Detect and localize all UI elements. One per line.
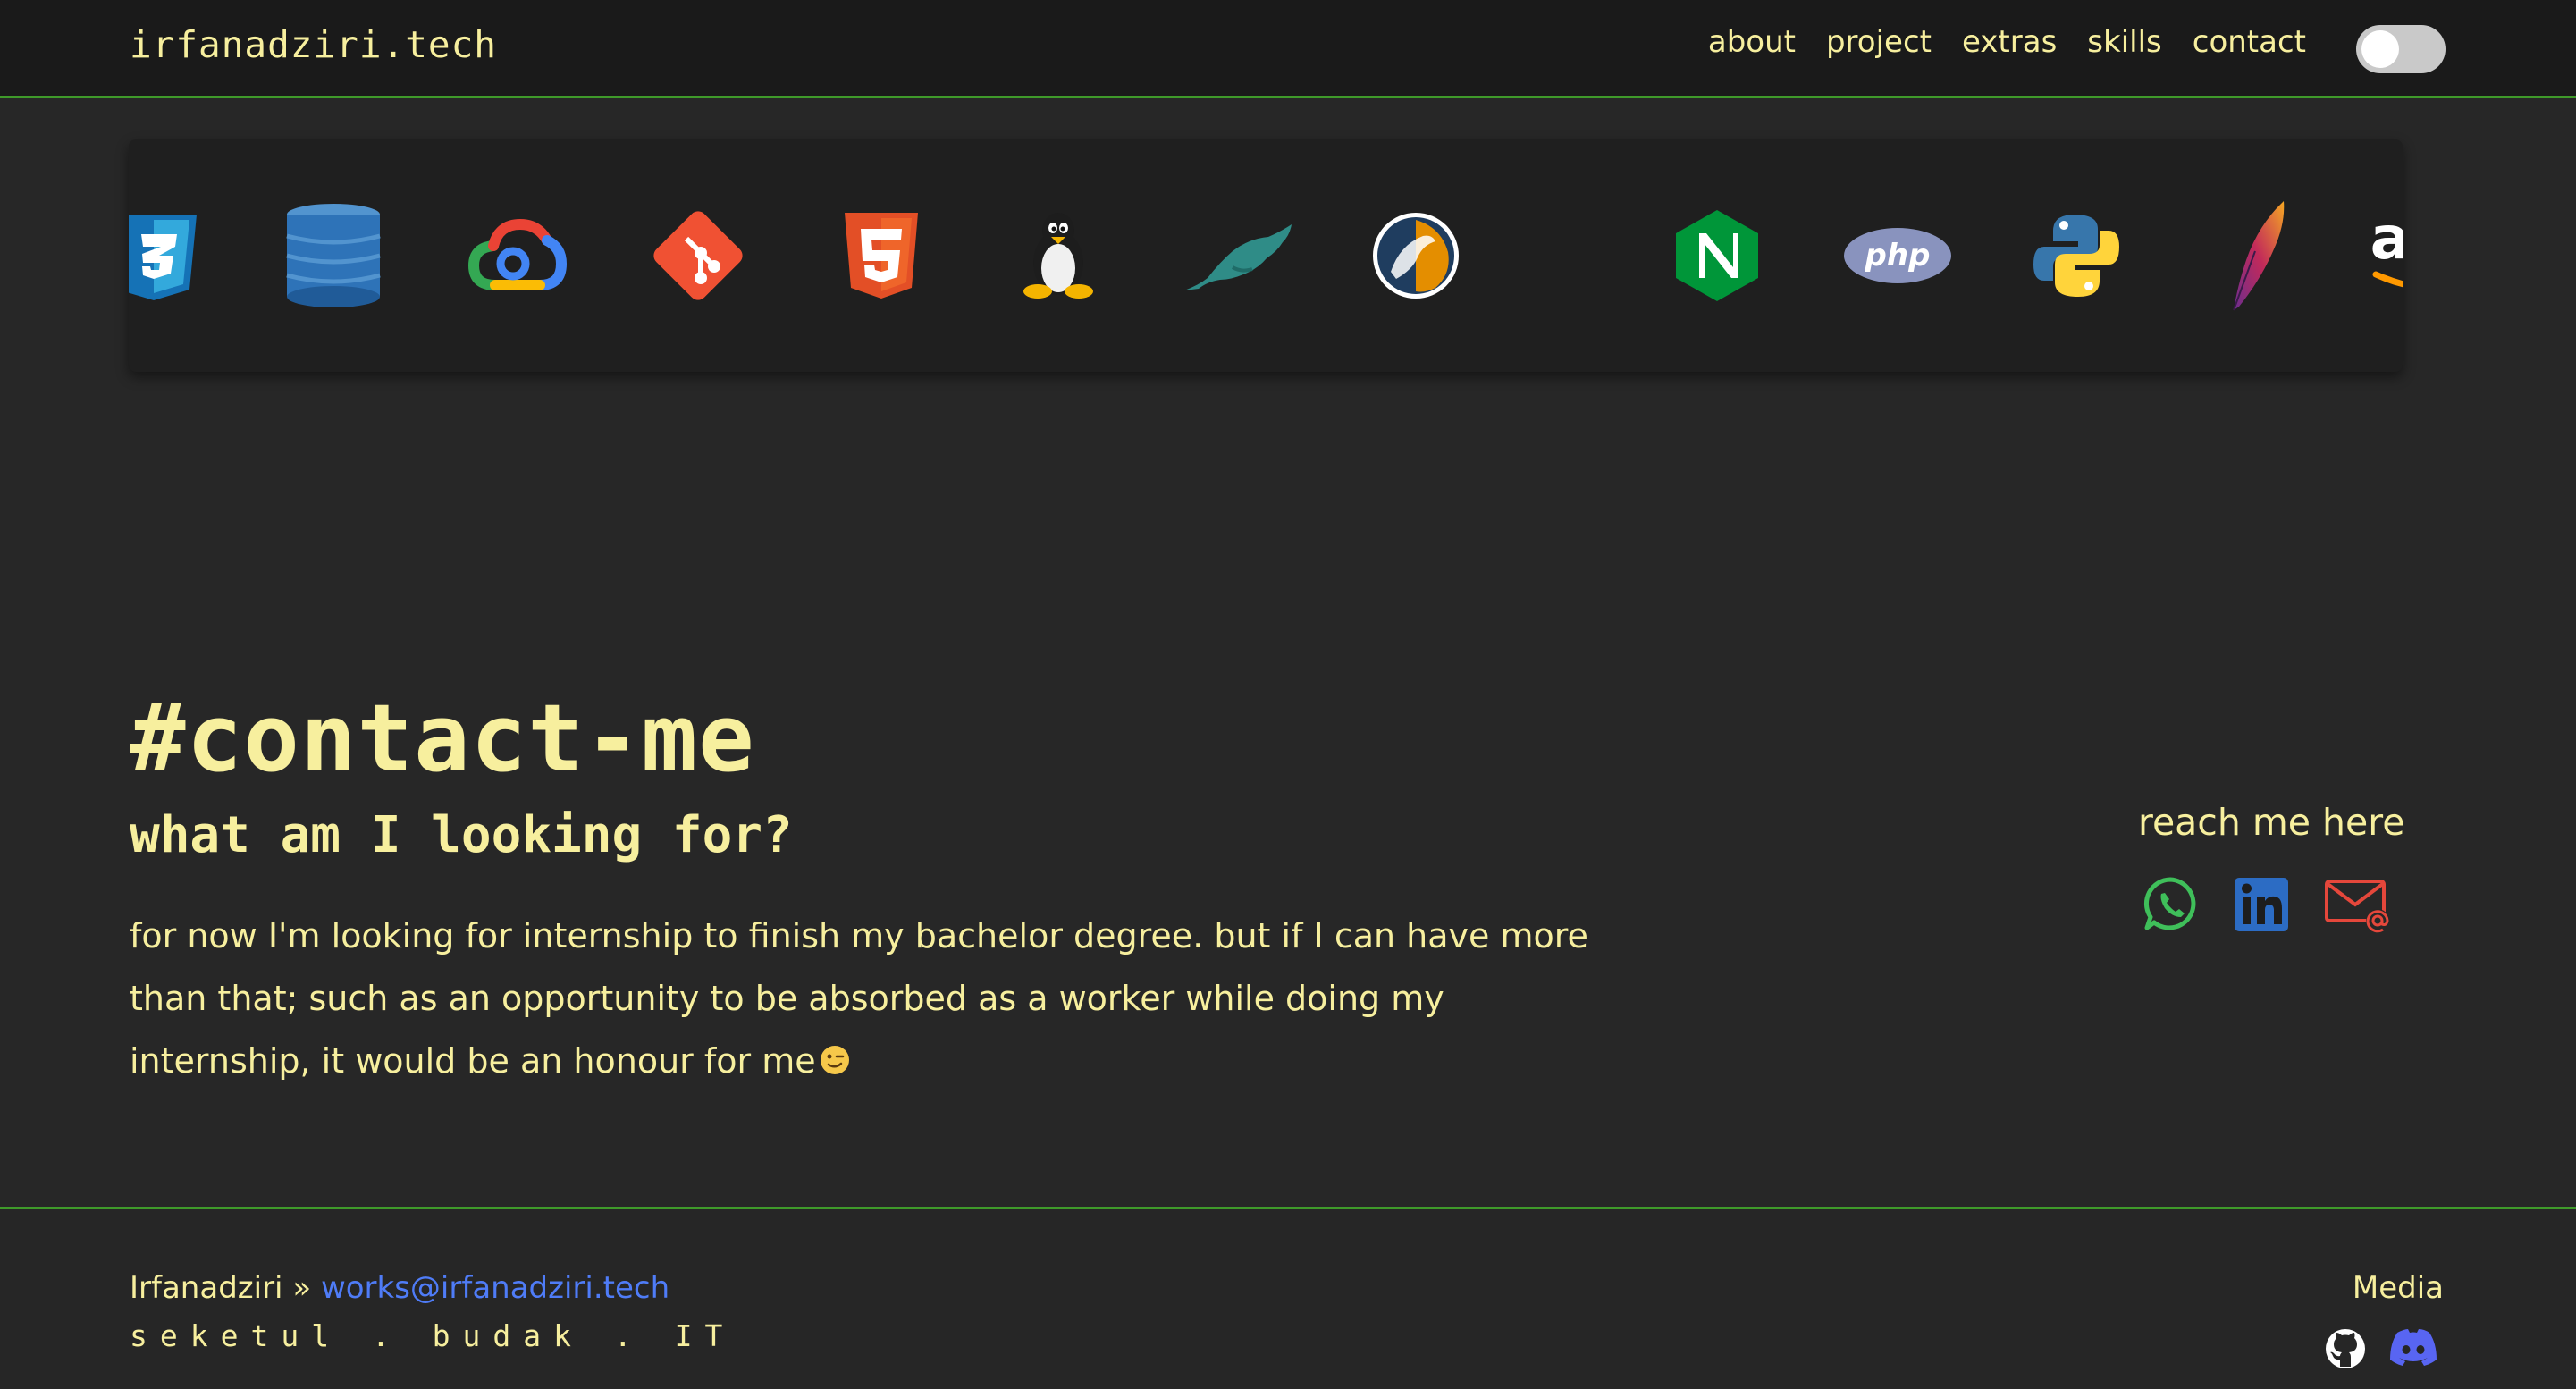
whatsapp-icon[interactable] [2142, 876, 2199, 938]
site-brand[interactable]: irfanadziri.tech [130, 23, 497, 66]
toggle-knob [2361, 30, 2399, 68]
footer-tagline: seketul . budak . IT [130, 1318, 736, 1353]
skills-logo-carousel: php aws [129, 139, 2403, 372]
nav-link-contact[interactable]: contact [2193, 24, 2306, 60]
discord-icon[interactable] [2388, 1327, 2438, 1375]
contact-subtitle: what am I looking for? [130, 806, 793, 864]
mysql-icon [1362, 139, 1469, 372]
footer-name: Irfanadziri [130, 1270, 283, 1306]
footer-separator: » [292, 1270, 312, 1306]
nginx-icon [1668, 139, 1766, 372]
css3-icon [129, 139, 200, 372]
php-icon: php [1839, 139, 1956, 372]
apache-icon [2206, 139, 2304, 372]
google-cloud-icon [468, 139, 567, 372]
python-icon [2027, 139, 2126, 372]
github-icon[interactable] [2324, 1327, 2367, 1375]
footer-email-link[interactable]: works@irfanadziri.tech [321, 1270, 669, 1306]
contact-title: #contact-me [130, 684, 755, 793]
aws-dynamodb-icon [284, 139, 383, 372]
linux-tux-icon [1014, 139, 1103, 372]
aws-icon: aws [2363, 139, 2403, 372]
main-nav: about project extras skills contact [1708, 24, 2306, 60]
dark-mode-toggle[interactable] [2356, 25, 2446, 73]
contact-paragraph: for now I'm looking for internship to fi… [130, 905, 1631, 1095]
git-icon [649, 139, 747, 372]
wink-emoji-icon [820, 1032, 850, 1095]
php-logo-text: php [1865, 238, 1931, 274]
html5-icon [837, 139, 926, 372]
footer-signature: Irfanadziri » works@irfanadziri.tech [130, 1270, 669, 1306]
linkedin-icon[interactable] [2233, 876, 2290, 938]
mariadb-icon [1176, 139, 1301, 372]
footer-media-icons [2324, 1327, 2438, 1375]
email-icon[interactable] [2324, 876, 2392, 938]
footer-media-label: Media [2352, 1270, 2444, 1306]
contact-paragraph-text: for now I'm looking for internship to fi… [130, 916, 1588, 1081]
nav-link-skills[interactable]: skills [2087, 24, 2161, 60]
nav-link-project[interactable]: project [1826, 24, 1932, 60]
reach-me-icons [2142, 876, 2392, 938]
reach-me-label: reach me here [2138, 801, 2405, 844]
nav-link-extras[interactable]: extras [1962, 24, 2057, 60]
nav-link-about[interactable]: about [1708, 24, 1796, 60]
aws-logo-text: aws [2370, 206, 2403, 273]
site-footer: Irfanadziri » works@irfanadziri.tech sek… [0, 1207, 2576, 1389]
site-header: irfanadziri.tech about project extras sk… [0, 0, 2576, 98]
